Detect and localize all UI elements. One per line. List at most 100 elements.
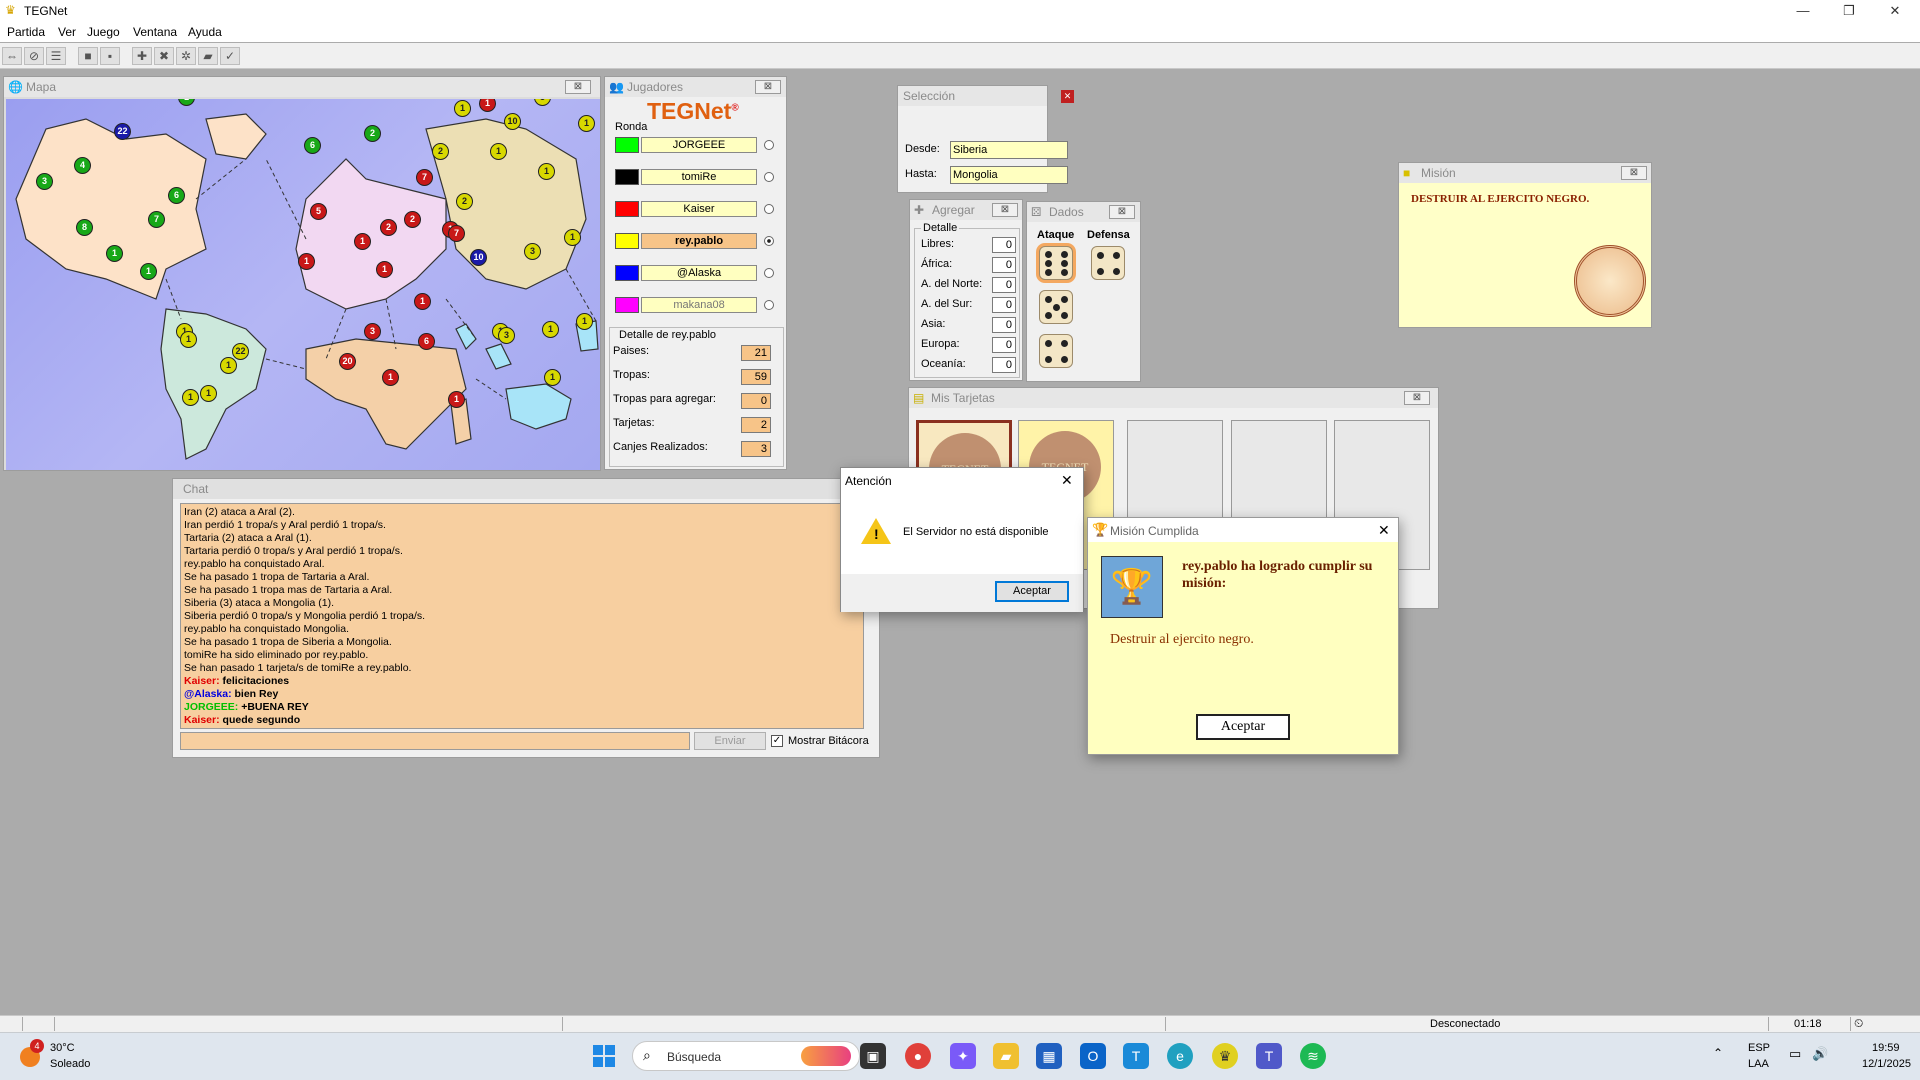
player-turn-radio[interactable] [764, 268, 774, 278]
card-icon[interactable]: ▰ [198, 47, 218, 65]
army-marker[interactable]: 2 [432, 143, 449, 160]
players-close-button[interactable]: ⊠ [755, 80, 781, 94]
add-close-button[interactable]: ⊠ [992, 203, 1018, 217]
connect-icon[interactable]: ⇔ [2, 47, 22, 65]
army-marker[interactable]: 1 [200, 385, 217, 402]
menu-ver[interactable]: Ver [58, 25, 76, 39]
end-turn-icon[interactable]: ✓ [220, 47, 240, 65]
army-marker[interactable]: 10 [504, 113, 521, 130]
army-marker[interactable]: 1 [298, 253, 315, 270]
army-marker[interactable]: 3 [36, 173, 53, 190]
network-icon[interactable]: ▭ [1789, 1046, 1801, 1062]
army-marker[interactable]: 1 [538, 163, 555, 180]
army-marker[interactable]: 1 [220, 357, 237, 374]
army-marker[interactable]: 22 [114, 123, 131, 140]
lang-top[interactable]: ESP [1748, 1042, 1770, 1054]
tegnet-taskbar-icon[interactable]: ♛ [1212, 1043, 1238, 1069]
menu-partida[interactable]: Partida [7, 25, 45, 39]
army-marker[interactable]: 2 [380, 219, 397, 236]
army-marker[interactable]: 3 [498, 327, 515, 344]
player-turn-radio[interactable] [764, 236, 774, 246]
army-marker[interactable]: 1 [564, 229, 581, 246]
menu-ventana[interactable]: Ventana [133, 25, 177, 39]
show-log-checkbox[interactable]: ✓ [771, 735, 783, 747]
army-marker[interactable]: 1 [542, 321, 559, 338]
attention-ok-button[interactable]: Aceptar [995, 581, 1069, 602]
clock-date[interactable]: 12/1/2025 [1862, 1058, 1911, 1070]
close-window-button[interactable]: ✕ [1872, 0, 1918, 22]
regroup-icon[interactable]: ✲ [176, 47, 196, 65]
army-marker[interactable]: 8 [76, 219, 93, 236]
army-marker[interactable]: 1 [178, 99, 195, 106]
army-marker[interactable]: 1 [448, 391, 465, 408]
windows-start-icon[interactable] [593, 1045, 615, 1067]
clock-time[interactable]: 19:59 [1872, 1042, 1900, 1054]
army-marker[interactable]: 3 [364, 323, 381, 340]
army-marker[interactable]: 2 [404, 211, 421, 228]
spotify-icon[interactable]: ≋ [1300, 1043, 1326, 1069]
army-marker[interactable]: 1 [414, 293, 431, 310]
attack-icon[interactable]: ✖ [154, 47, 174, 65]
army-marker[interactable]: 22 [232, 343, 249, 360]
app-t-icon[interactable]: T [1123, 1043, 1149, 1069]
player-turn-radio[interactable] [764, 140, 774, 150]
attention-close-button[interactable]: ✕ [1061, 472, 1073, 489]
army-marker[interactable]: 3 [524, 243, 541, 260]
square-icon[interactable]: ▪ [100, 47, 120, 65]
menu-ayuda[interactable]: Ayuda [188, 25, 222, 39]
stop-icon[interactable]: ■ [78, 47, 98, 65]
army-marker[interactable]: 1 [180, 331, 197, 348]
add-icon[interactable]: ✚ [132, 47, 152, 65]
army-marker[interactable]: 1 [454, 100, 471, 117]
army-marker[interactable]: 1 [479, 99, 496, 112]
army-marker[interactable]: 10 [470, 249, 487, 266]
army-marker[interactable]: 1 [106, 245, 123, 262]
army-marker[interactable]: 5 [310, 203, 327, 220]
store-icon[interactable]: ▦ [1036, 1043, 1062, 1069]
taskbar-search[interactable]: ⌕ Búsqueda [632, 1041, 860, 1071]
outlook-icon[interactable]: O [1080, 1043, 1106, 1069]
army-marker[interactable]: 6 [304, 137, 321, 154]
mission-done-close-button[interactable]: ✕ [1378, 522, 1390, 539]
army-marker[interactable]: 1 [490, 143, 507, 160]
copilot-icon[interactable]: ✦ [950, 1043, 976, 1069]
army-marker[interactable]: 7 [148, 211, 165, 228]
army-marker[interactable]: 1 [576, 313, 593, 330]
army-marker[interactable]: 7 [448, 225, 465, 242]
army-marker[interactable]: 1 [578, 115, 595, 132]
mission-close-button[interactable]: ⊠ [1621, 166, 1647, 180]
world-map[interactable]: 2211346178116251122717163111120101310211… [6, 99, 600, 470]
chrome-icon[interactable]: ● [905, 1043, 931, 1069]
mission-done-ok-button[interactable]: Aceptar [1196, 714, 1290, 740]
map-close-button[interactable]: ⊠ [565, 80, 591, 94]
taskview-icon[interactable]: ▣ [860, 1043, 886, 1069]
menu-juego[interactable]: Juego [87, 25, 120, 39]
disconnect-icon[interactable]: ⊘ [24, 47, 44, 65]
army-marker[interactable]: 3 [534, 99, 551, 106]
army-marker[interactable]: 6 [168, 187, 185, 204]
tray-chevron-icon[interactable]: ⌃ [1713, 1046, 1723, 1060]
army-marker[interactable]: 1 [354, 233, 371, 250]
dice-close-button[interactable]: ⊠ [1109, 205, 1135, 219]
army-marker[interactable]: 1 [376, 261, 393, 278]
file-explorer-icon[interactable]: ▰ [993, 1043, 1019, 1069]
teams-icon[interactable]: T [1256, 1043, 1282, 1069]
send-button[interactable]: Enviar [694, 732, 766, 750]
chat-log[interactable]: Iran (2) ataca a Aral (2). Iran perdió 1 … [180, 503, 864, 729]
edge-icon[interactable]: e [1167, 1043, 1193, 1069]
army-marker[interactable]: 1 [140, 263, 157, 280]
army-marker[interactable]: 1 [382, 369, 399, 386]
army-marker[interactable]: 1 [544, 369, 561, 386]
army-marker[interactable]: 4 [74, 157, 91, 174]
lang-bottom[interactable]: LAA [1748, 1058, 1769, 1070]
army-marker[interactable]: 6 [418, 333, 435, 350]
army-marker[interactable]: 1 [182, 389, 199, 406]
army-marker[interactable]: 7 [416, 169, 433, 186]
player-turn-radio[interactable] [764, 172, 774, 182]
selection-close-button[interactable]: ✕ [1061, 90, 1074, 103]
volume-icon[interactable]: 🔊 [1812, 1046, 1828, 1062]
player-turn-radio[interactable] [764, 300, 774, 310]
army-marker[interactable]: 20 [339, 353, 356, 370]
player-turn-radio[interactable] [764, 204, 774, 214]
chat-input[interactable] [180, 732, 690, 750]
